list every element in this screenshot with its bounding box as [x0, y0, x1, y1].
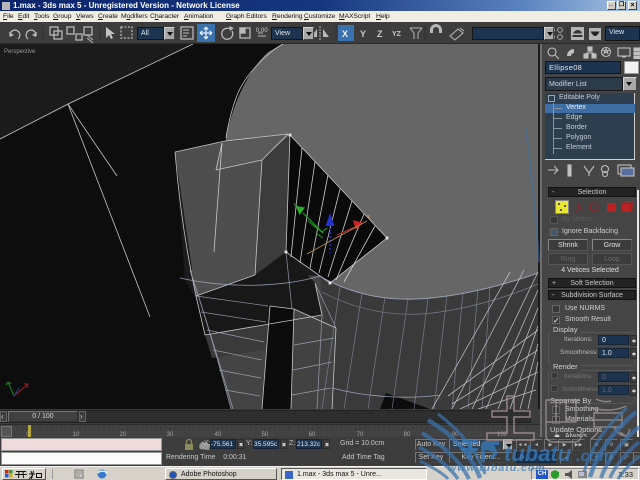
- svg-text:Y: Y: [360, 29, 366, 39]
- svg-text:0.00: 0.00: [256, 28, 268, 34]
- svg-text:YZ: YZ: [392, 31, 402, 38]
- svg-text:x: x: [367, 214, 370, 220]
- svg-text:Perspective: Perspective: [4, 49, 36, 55]
- svg-text:X: X: [342, 29, 348, 39]
- svg-text:Z: Z: [377, 29, 383, 39]
